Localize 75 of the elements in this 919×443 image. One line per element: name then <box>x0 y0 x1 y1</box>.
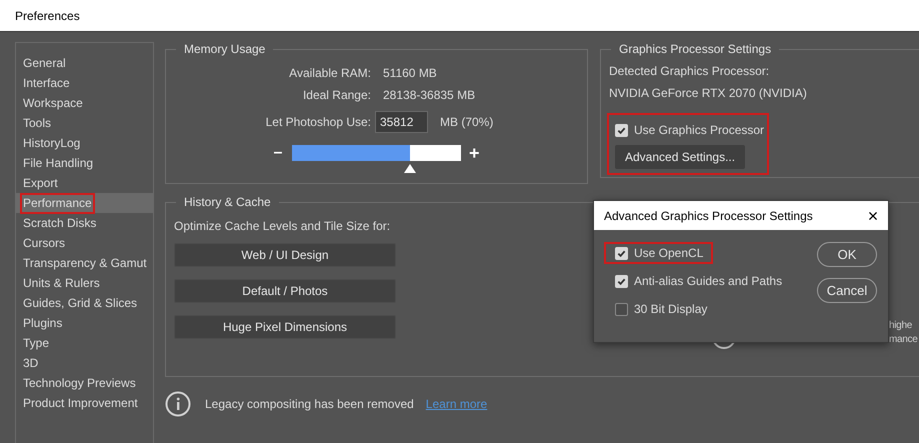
detected-value: NVIDIA GeForce RTX 2070 (NVIDIA) <box>609 85 808 102</box>
checkbox-label: Use OpenCL <box>634 245 704 262</box>
memory-value: 51160 MB <box>383 65 437 82</box>
sidebar-label: Units & Rulers <box>22 274 101 292</box>
sidebar-label: Interface <box>22 74 71 92</box>
checkmark-icon <box>617 126 626 134</box>
dialog-button[interactable]: Cancel <box>817 278 877 303</box>
sidebar-item[interactable]: Cursors <box>16 233 153 253</box>
dialog-title: Advanced Graphics Processor Settings <box>604 208 813 224</box>
sidebar-item[interactable]: 3D <box>16 353 153 373</box>
group-title: History & Cache <box>183 195 272 209</box>
sidebar-label: File Handling <box>22 154 94 172</box>
sidebar-item[interactable]: General <box>16 53 153 73</box>
sidebar-item[interactable]: Tools <box>16 113 153 133</box>
checkbox[interactable] <box>615 302 628 316</box>
sidebar-label: Plugins <box>22 314 64 332</box>
cache-prompt: Optimize Cache Levels and Tile Size for: <box>174 218 392 235</box>
advanced-settings-button[interactable]: Advanced Settings... <box>615 145 746 169</box>
group-title: Memory Usage <box>183 42 266 56</box>
notice-text: highe <box>889 319 913 333</box>
sidebar-item[interactable]: Units & Rulers <box>16 273 153 293</box>
sidebar-item[interactable]: Technology Previews <box>16 373 153 393</box>
sidebar-label: Type <box>22 334 50 352</box>
memory-label: Let Photoshop Use: <box>264 114 371 131</box>
sidebar-label: Cursors <box>22 234 66 252</box>
checkmark-icon <box>617 276 626 286</box>
cache-preset-button[interactable]: Web / UI Design <box>174 243 396 267</box>
group-title: Graphics Processor Settings <box>618 42 772 56</box>
window-title: Preferences <box>15 8 80 24</box>
memory-label: Ideal Range: <box>302 87 371 104</box>
sidebar-label: Product Improvement <box>22 394 139 412</box>
memory-input[interactable]: 35812 <box>375 111 428 133</box>
checkbox-label: Use Graphics Processor <box>634 122 764 139</box>
sidebar-label: 3D <box>22 354 40 372</box>
decrease-button[interactable]: – <box>271 145 285 161</box>
checkmark-icon <box>617 248 626 258</box>
memory-label: Available RAM: <box>288 65 371 82</box>
sidebar-item[interactable]: Plugins <box>16 313 153 333</box>
sidebar-item[interactable]: HistoryLog <box>16 133 153 153</box>
sidebar-label: Export <box>22 174 59 192</box>
memory-unit: MB (70%) <box>440 114 494 131</box>
sidebar-label: Tools <box>22 114 52 132</box>
checkbox-label: 30 Bit Display <box>634 301 708 318</box>
sidebar-item[interactable]: Product Improvement <box>16 393 153 413</box>
sidebar-item[interactable]: Export <box>16 173 153 193</box>
sidebar-label: General <box>22 54 67 72</box>
checkbox[interactable] <box>615 274 628 288</box>
sidebar-item[interactable]: Scratch Disks <box>16 213 153 233</box>
cache-preset-button[interactable]: Huge Pixel Dimensions <box>174 315 396 339</box>
increase-button[interactable]: + <box>469 145 480 161</box>
sidebar-label: HistoryLog <box>22 134 82 152</box>
detected-label: Detected Graphics Processor: <box>609 63 770 80</box>
info-text: Legacy compositing has been removed <box>205 396 414 413</box>
memory-value: 28138-36835 MB <box>383 87 476 104</box>
close-button[interactable]: × <box>864 206 882 224</box>
sidebar-item[interactable]: File Handling <box>16 153 153 173</box>
checkbox[interactable] <box>615 124 628 136</box>
sidebar-label: Workspace <box>22 94 84 112</box>
sidebar-label: Performance <box>22 194 93 212</box>
sidebar-label: Guides, Grid & Slices <box>22 294 138 312</box>
sidebar-item[interactable]: Guides, Grid & Slices <box>16 293 153 313</box>
cache-preset-button[interactable]: Default / Photos <box>174 279 396 303</box>
sidebar-item[interactable]: Workspace <box>16 93 153 113</box>
slider-thumb[interactable] <box>404 164 416 173</box>
sidebar-item[interactable]: Type <box>16 333 153 353</box>
sidebar-item[interactable]: Interface <box>16 73 153 93</box>
dialog-button[interactable]: OK <box>817 242 877 267</box>
sidebar-item[interactable]: Transparency & Gamut <box>16 253 153 273</box>
checkbox-label: Anti-alias Guides and Paths <box>634 273 782 290</box>
sidebar-label: Transparency & Gamut <box>22 254 148 272</box>
sidebar-label: Scratch Disks <box>22 214 98 232</box>
sidebar-item[interactable]: Performance <box>16 193 153 213</box>
notice-text: mance <box>889 333 918 347</box>
sidebar-label: Technology Previews <box>22 374 137 392</box>
checkbox[interactable] <box>615 246 628 260</box>
